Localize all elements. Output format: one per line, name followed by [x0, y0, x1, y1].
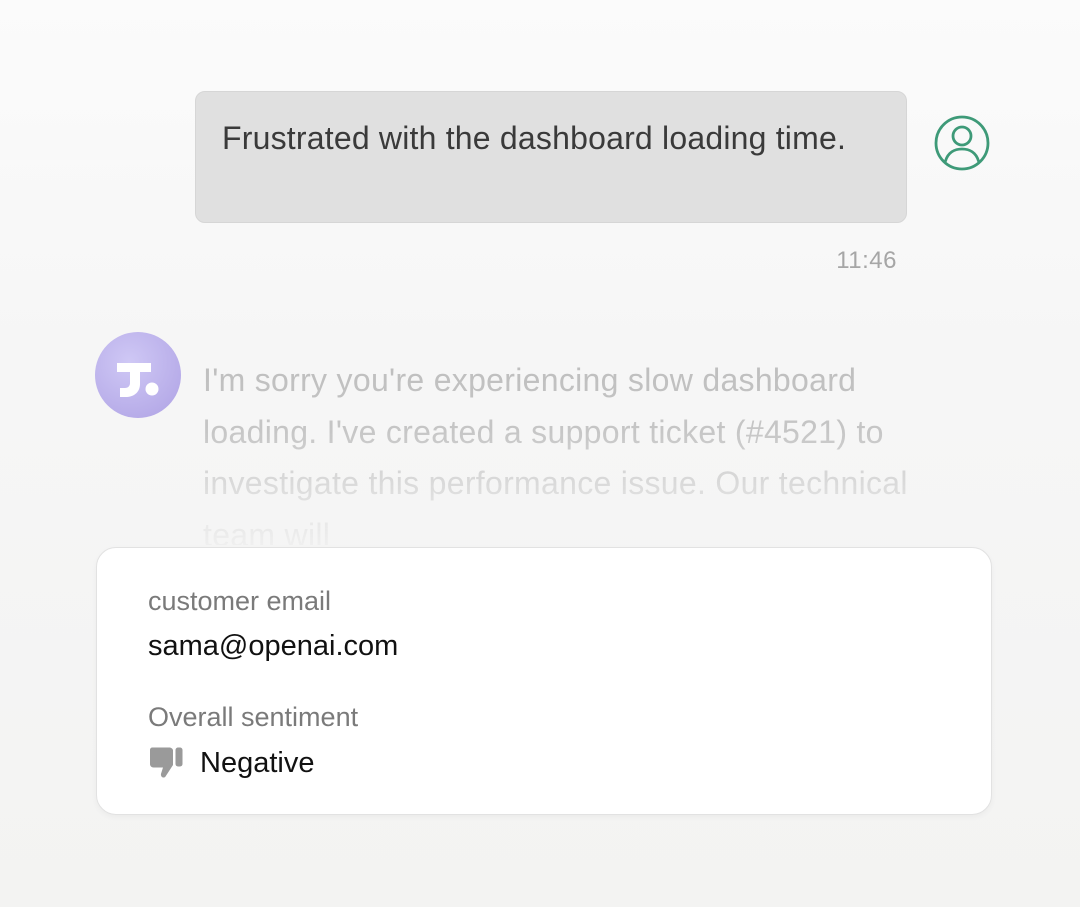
thumbs-down-icon	[150, 747, 183, 778]
message-timestamp: 11:46	[836, 247, 897, 274]
user-avatar-icon[interactable]	[933, 114, 991, 172]
user-message-bubble: Frustrated with the dashboard loading ti…	[195, 91, 907, 223]
sentiment-value: Negative	[200, 746, 315, 779]
sentiment-label: Overall sentiment	[148, 702, 359, 732]
sentiment-row: Negative	[148, 746, 314, 780]
bot-message-text: I'm sorry you're experiencing slow dashb…	[203, 362, 908, 545]
customer-info-card: customer email sama@openai.com Overall s…	[96, 547, 992, 815]
user-message-text: Frustrated with the dashboard loading ti…	[222, 120, 847, 156]
bot-message-container: I'm sorry you're experiencing slow dashb…	[203, 355, 923, 545]
email-value[interactable]: sama@openai.com	[148, 630, 398, 663]
assistant-logo-icon	[95, 332, 181, 418]
email-label: customer email	[148, 586, 332, 616]
